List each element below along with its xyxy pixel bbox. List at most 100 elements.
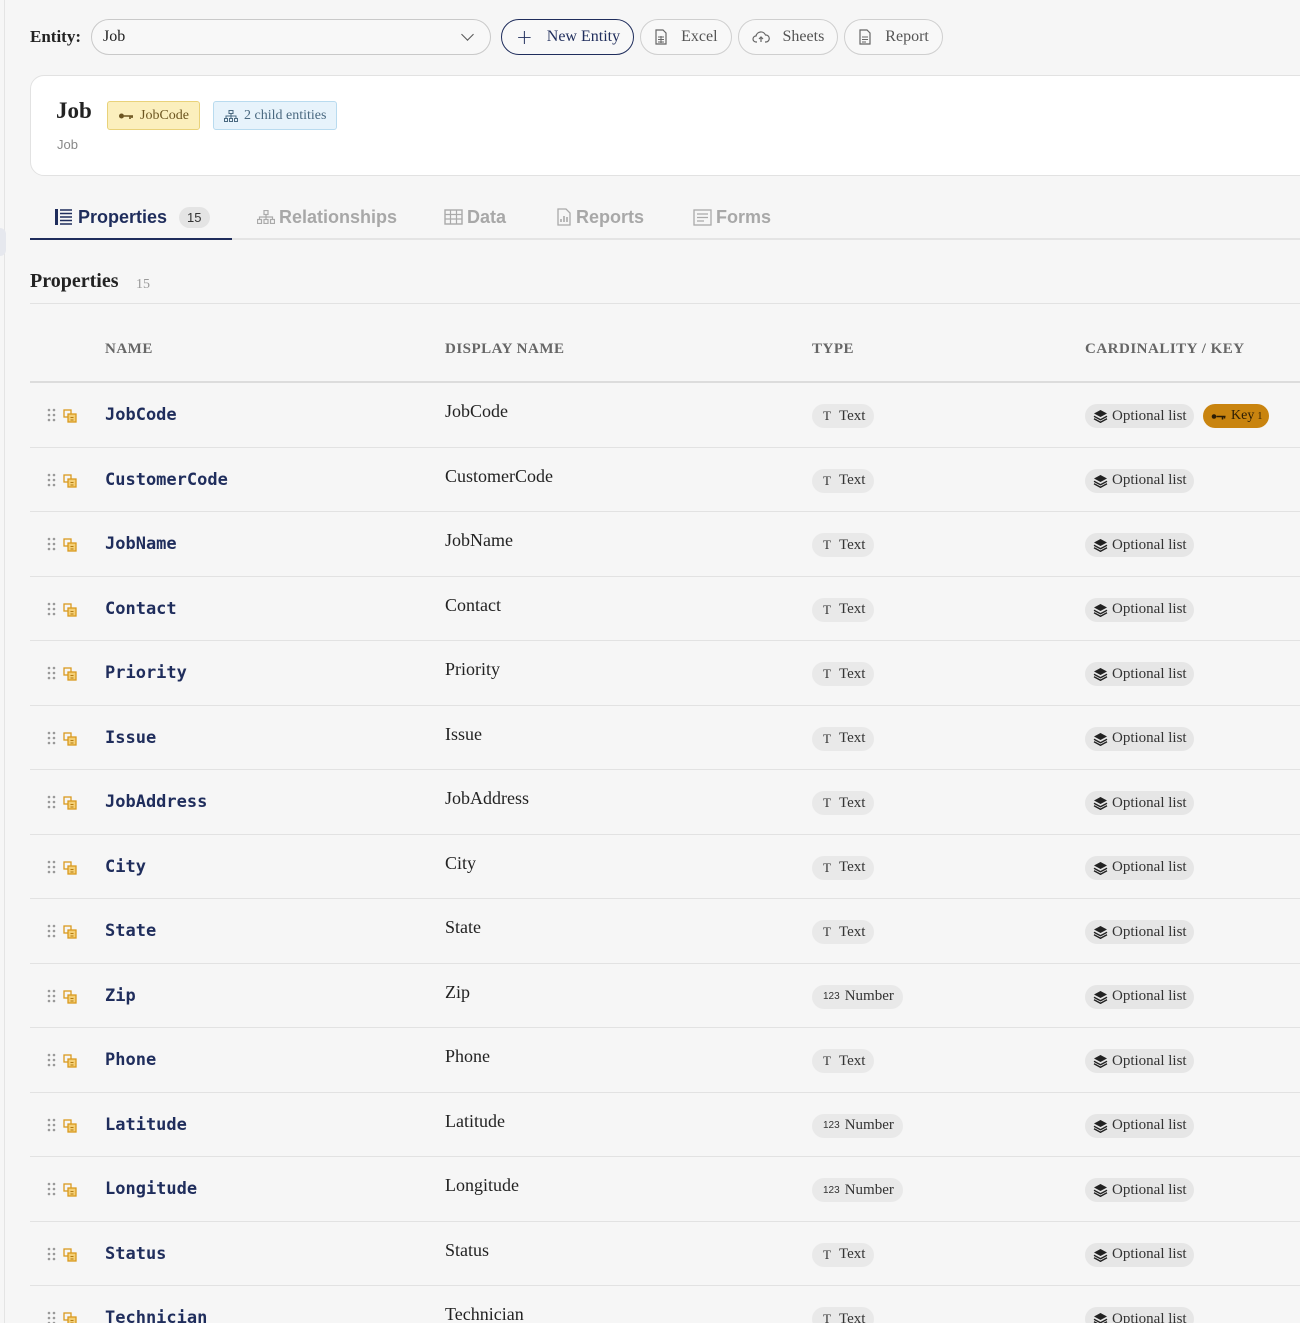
tab-properties[interactable]: Properties 15 — [54, 194, 210, 240]
tab-relationships-label: Relationships — [279, 206, 398, 227]
cardinality-label: Optional list — [1112, 472, 1187, 488]
table-row[interactable]: Priority Priority T Text Optional list — [30, 641, 1300, 706]
active-tab-indicator — [30, 238, 232, 240]
report-chart-icon — [556, 208, 572, 226]
entity-subtitle: Job — [57, 137, 78, 152]
drag-handle-icon[interactable] — [47, 795, 56, 814]
table-row[interactable]: Longitude Longitude 123 Number Optional … — [30, 1157, 1300, 1222]
property-name[interactable]: Status — [105, 1244, 166, 1264]
tab-reports-label: Reports — [576, 206, 645, 227]
property-name[interactable]: JobName — [105, 534, 177, 554]
property-icon — [63, 1312, 77, 1323]
property-name[interactable]: Priority — [105, 663, 187, 683]
table-row[interactable]: JobAddress JobAddress T Text Optional li… — [30, 770, 1300, 835]
property-name[interactable]: Technician — [105, 1308, 207, 1323]
type-label: Number — [844, 1181, 894, 1198]
property-name[interactable]: City — [105, 857, 146, 877]
child-entities-label: 2 child entities — [244, 107, 327, 123]
table-row[interactable]: Status Status T Text Optional list — [30, 1222, 1300, 1286]
table-row[interactable]: Zip Zip 123 Number Optional list — [30, 964, 1300, 1028]
drag-handle-icon[interactable] — [47, 537, 56, 556]
layers-icon — [1093, 538, 1108, 552]
layers-icon — [1093, 409, 1108, 423]
type-badge: T Text — [812, 1242, 875, 1267]
table-row[interactable]: Phone Phone T Text Optional list — [30, 1028, 1300, 1093]
drag-handle-icon[interactable] — [47, 924, 56, 943]
drag-handle-icon[interactable] — [47, 666, 56, 685]
property-icon — [63, 602, 77, 622]
entity-select[interactable]: Job — [91, 19, 491, 55]
drag-handle-icon[interactable] — [47, 860, 56, 879]
tab-forms[interactable]: Forms — [693, 194, 771, 240]
property-icon — [63, 731, 77, 751]
drag-handle-icon[interactable] — [47, 1053, 56, 1072]
tab-reports[interactable]: Reports — [556, 194, 644, 240]
table-row[interactable]: State State T Text Optional list — [30, 899, 1300, 964]
table-row[interactable]: Issue Issue T Text Optional list — [30, 706, 1300, 770]
drag-handle-icon[interactable] — [47, 1182, 56, 1201]
cardinality-label: Optional list — [1112, 794, 1187, 811]
column-header-cardinality-key[interactable]: CARDINALITY / KEY — [1085, 341, 1245, 358]
property-name[interactable]: Latitude — [105, 1115, 187, 1135]
new-entity-button[interactable]: + New Entity — [501, 19, 635, 55]
drag-handle-icon[interactable] — [47, 1247, 56, 1266]
tab-relationships[interactable]: Relationships — [257, 194, 397, 240]
drag-handle-icon[interactable] — [47, 989, 56, 1008]
table-row[interactable]: JobName JobName T Text Optional list — [30, 512, 1300, 577]
table-row[interactable]: JobCode JobCode T Text Optional list Key… — [30, 383, 1300, 448]
table-row[interactable]: Technician Technician T Text Optional li… — [30, 1286, 1300, 1323]
drag-handle-icon[interactable] — [47, 1311, 56, 1323]
table-row[interactable]: Contact Contact T Text Optional list — [30, 577, 1300, 641]
cardinality-label: Optional list — [1112, 1246, 1187, 1262]
text-type-icon: T — [823, 537, 831, 552]
text-type-icon: T — [823, 472, 831, 488]
property-display-name: Issue — [445, 723, 482, 744]
drag-handle-icon[interactable] — [47, 602, 56, 621]
entity-label: Entity: — [30, 27, 81, 46]
property-name[interactable]: CustomerCode — [105, 470, 228, 490]
property-name[interactable]: JobCode — [105, 405, 177, 425]
column-header-name[interactable]: NAME — [105, 341, 153, 358]
property-display-name: Zip — [445, 981, 470, 1002]
drag-handle-icon[interactable] — [47, 731, 56, 750]
drag-handle-icon[interactable] — [47, 408, 56, 427]
form-icon — [693, 208, 712, 226]
table-row[interactable]: Latitude Latitude 123 Number Optional li… — [30, 1093, 1300, 1157]
toolbar: Entity: Job + New Entity Excel Sheets Re… — [30, 19, 943, 55]
column-header-display-name[interactable]: DISPLAY NAME — [445, 341, 565, 358]
type-badge: T Text — [812, 468, 875, 493]
property-name[interactable]: JobAddress — [105, 792, 207, 812]
report-button[interactable]: Report — [844, 19, 943, 55]
property-icon — [63, 1118, 77, 1138]
cloud-upload-icon — [751, 30, 770, 44]
property-name[interactable]: Phone — [105, 1050, 156, 1070]
entity-select-value: Job — [103, 28, 126, 45]
section-count: 15 — [136, 277, 150, 292]
layers-icon — [1093, 1248, 1108, 1262]
property-icon — [63, 473, 77, 493]
child-entities-badge[interactable]: 2 child entities — [213, 101, 338, 130]
drag-handle-icon[interactable] — [47, 473, 56, 492]
type-label: Number — [844, 988, 894, 1004]
property-name[interactable]: Contact — [105, 599, 177, 619]
property-name[interactable]: Issue — [105, 728, 156, 748]
type-badge: 123 Number — [812, 1113, 903, 1138]
table-row[interactable]: City City T Text Optional list — [30, 835, 1300, 899]
drag-handle-icon[interactable] — [47, 1118, 56, 1137]
layers-icon — [1093, 474, 1108, 488]
type-badge: 123 Number — [812, 1178, 903, 1202]
property-name[interactable]: State — [105, 921, 156, 941]
column-header-type[interactable]: TYPE — [812, 341, 854, 358]
sheets-button[interactable]: Sheets — [737, 19, 839, 55]
sidebar-toggle-handle[interactable] — [0, 228, 6, 256]
layers-icon — [1093, 603, 1108, 617]
type-badge: T Text — [812, 533, 875, 557]
table-row[interactable]: CustomerCode CustomerCode T Text Optiona… — [30, 448, 1300, 512]
property-name[interactable]: Longitude — [105, 1179, 197, 1199]
text-type-icon: T — [823, 730, 831, 746]
property-name[interactable]: Zip — [105, 986, 136, 1006]
tab-data[interactable]: Data — [444, 194, 506, 240]
cardinality-label: Optional list — [1112, 730, 1187, 746]
property-display-name: State — [445, 917, 481, 937]
excel-button[interactable]: Excel — [640, 19, 732, 55]
